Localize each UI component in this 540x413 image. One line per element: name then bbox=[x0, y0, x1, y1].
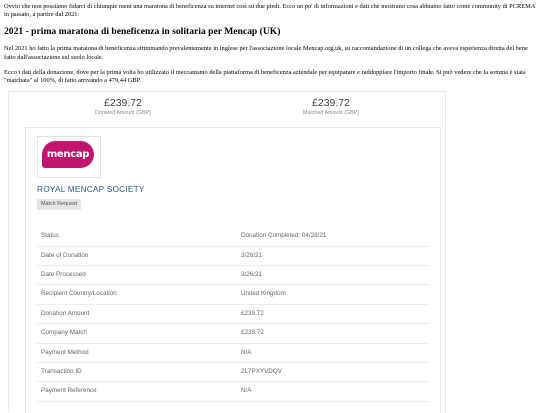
row-value: 2L7PXYVDQV bbox=[241, 367, 282, 375]
donated-label: Donated Amount (GBP) bbox=[95, 110, 151, 117]
row-value: £239.72 bbox=[241, 329, 264, 337]
matched-amount: £239.72 bbox=[312, 97, 350, 110]
row-value: United Kingdom bbox=[241, 290, 286, 298]
table-row: Date of Donation 3/26/21 bbox=[37, 247, 429, 266]
section-heading: 2021 - prima maratona di beneficenza in … bbox=[4, 26, 281, 38]
row-value: 3/26/21 bbox=[241, 251, 263, 259]
row-value: £239.72 bbox=[241, 309, 264, 317]
row-label: Transaction ID bbox=[41, 367, 82, 375]
matched-label: Matched Amount (GBP) bbox=[303, 110, 359, 117]
row-label: Recipient Country/Location bbox=[41, 290, 117, 298]
intro-paragraph: Ovvio che non possiamo fidarci di chiunq… bbox=[4, 3, 536, 19]
row-label: Company Match bbox=[41, 329, 87, 337]
matched-summary: £239.72 Matched Amount (GBP) bbox=[241, 97, 421, 117]
table-row: Donation Amount £239.72 bbox=[37, 305, 429, 325]
match-request-badge: Match Request bbox=[37, 199, 82, 211]
donation-summary: £239.72 Donated Amount (GBP) £239.72 Mat… bbox=[9, 92, 445, 122]
table-row: Transaction ID 2L7PXYVDQV bbox=[37, 363, 429, 383]
donation-screenshot: £239.72 Donated Amount (GBP) £239.72 Mat… bbox=[8, 91, 446, 413]
row-label: Date of Donation bbox=[41, 251, 89, 259]
details-table: Status Donation Completed: 04/28/21 Date… bbox=[37, 227, 429, 402]
article: Ovvio che non possiamo fidarci di chiunq… bbox=[0, 0, 540, 413]
row-label: Payment Method bbox=[41, 348, 89, 356]
table-row: Payment Method N/A bbox=[37, 344, 429, 363]
donated-summary: £239.72 Donated Amount (GBP) bbox=[33, 97, 213, 117]
row-label: Status bbox=[41, 232, 59, 240]
table-row: Company Match £239.72 bbox=[37, 324, 429, 344]
row-label: Payment Reference bbox=[41, 387, 97, 395]
paragraph-1: Nel 2021 ho fatto la prima maratona di b… bbox=[4, 45, 528, 61]
row-label: Date Processed bbox=[41, 271, 86, 278]
organization-name[interactable]: ROYAL MENCAP SOCIETY bbox=[37, 184, 145, 194]
row-value: N/A bbox=[241, 387, 252, 395]
donation-details-panel: mencap ROYAL MENCAP SOCIETY Match Reques… bbox=[25, 127, 441, 413]
paragraph-2: Ecco i dati della donazione, dove per la… bbox=[4, 68, 526, 85]
mencap-logo-badge: mencap bbox=[42, 141, 94, 169]
table-row: Recipient Country/Location United Kingdo… bbox=[37, 285, 429, 305]
table-row: Status Donation Completed: 04/28/21 bbox=[37, 227, 429, 247]
mencap-logo: mencap bbox=[37, 136, 101, 179]
row-value: Donation Completed: 04/28/21 bbox=[241, 232, 327, 240]
row-value: N/A bbox=[241, 348, 252, 356]
table-row: Date Processed 3/26/21 bbox=[37, 266, 429, 286]
row-label: Donation Amount bbox=[41, 309, 90, 317]
donated-amount: £239.72 bbox=[104, 97, 142, 110]
table-row: Payment Reference N/A bbox=[37, 382, 429, 402]
row-value: 3/26/21 bbox=[241, 271, 263, 278]
